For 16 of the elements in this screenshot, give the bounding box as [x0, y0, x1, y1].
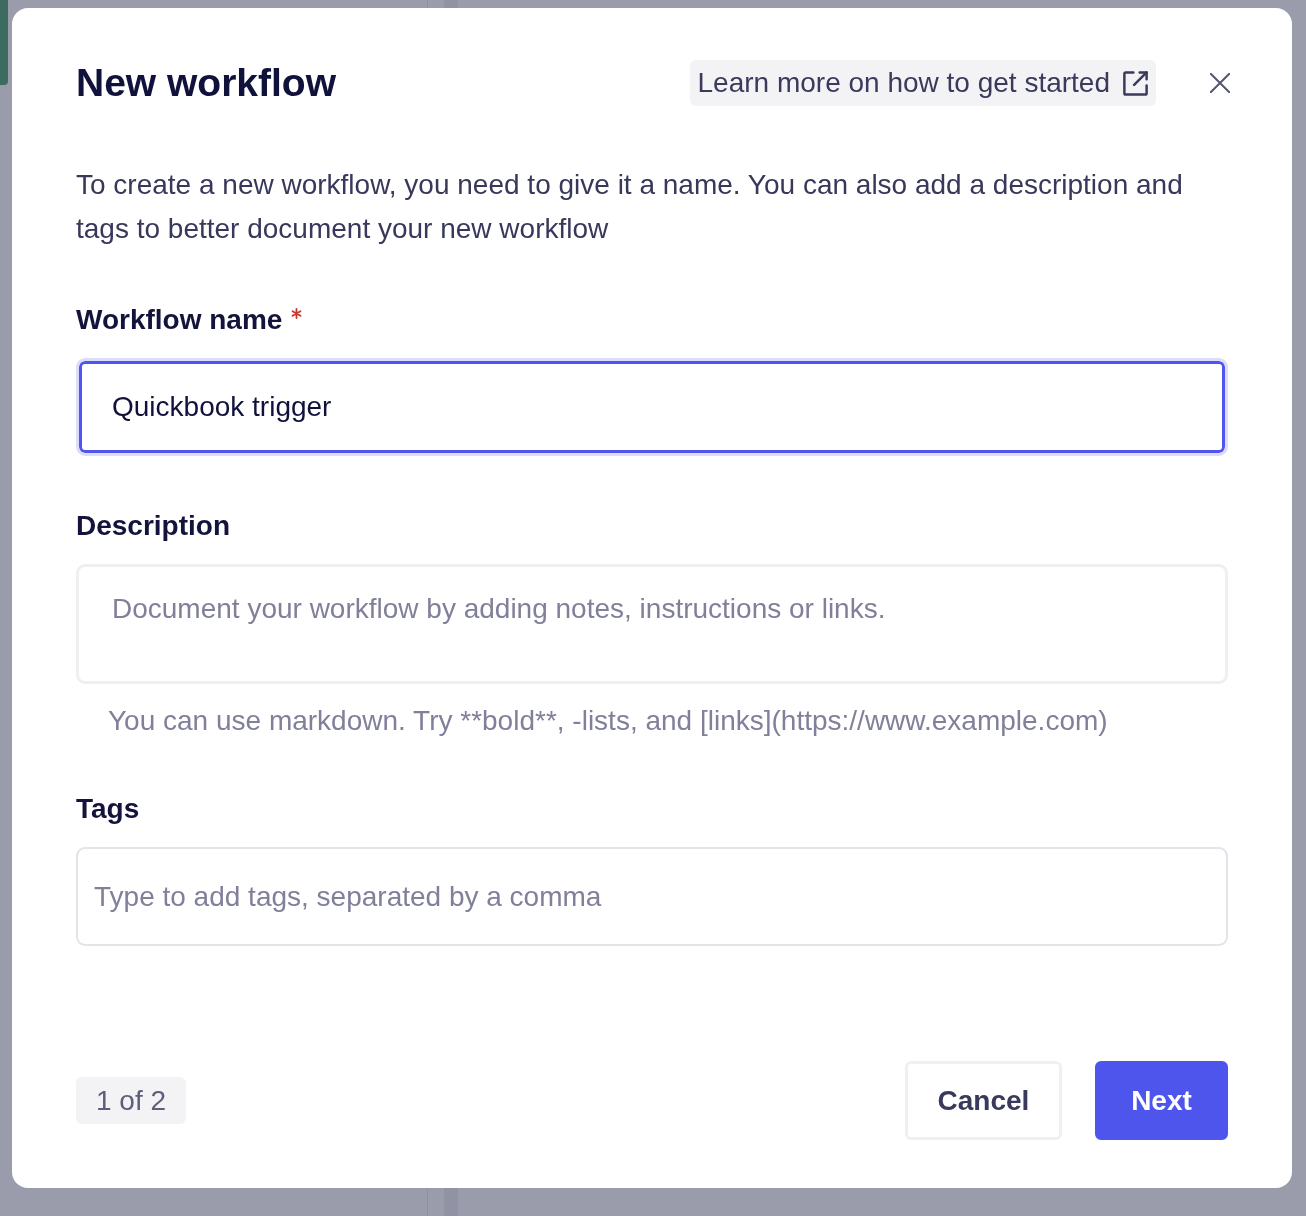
field-label: Description: [76, 509, 231, 543]
textarea-field[interactable]: Document your workflow by adding notes, instructions or links.: [76, 564, 1228, 684]
intro-text: To create a new workflow, you need to give it a name. You can also add a description and tags to better document your new workflow: [76, 168, 1184, 246]
learn-more-link[interactable]: Learn more on how to get started: [689, 60, 1156, 106]
external-link-icon: [1123, 70, 1148, 96]
next-button[interactable]: Next: [1095, 1061, 1228, 1140]
field-label: Workflow name: [76, 303, 283, 337]
tags-input[interactable]: Type to add tags, separated by a comma: [76, 847, 1228, 946]
step-counter: 1 of 2: [76, 1077, 186, 1124]
close-button[interactable]: [1208, 71, 1232, 95]
field-label: Tags: [76, 792, 140, 826]
close-icon: [1210, 73, 1230, 93]
text-input[interactable]: Quickbook trigger: [76, 358, 1228, 456]
dialog-title: New workflow: [76, 60, 338, 106]
cancel-button[interactable]: Cancel: [905, 1061, 1062, 1140]
hint-text: You can use markdown. Try **bold**, -lists, and [links](https://www.example.com): [108, 704, 1109, 738]
